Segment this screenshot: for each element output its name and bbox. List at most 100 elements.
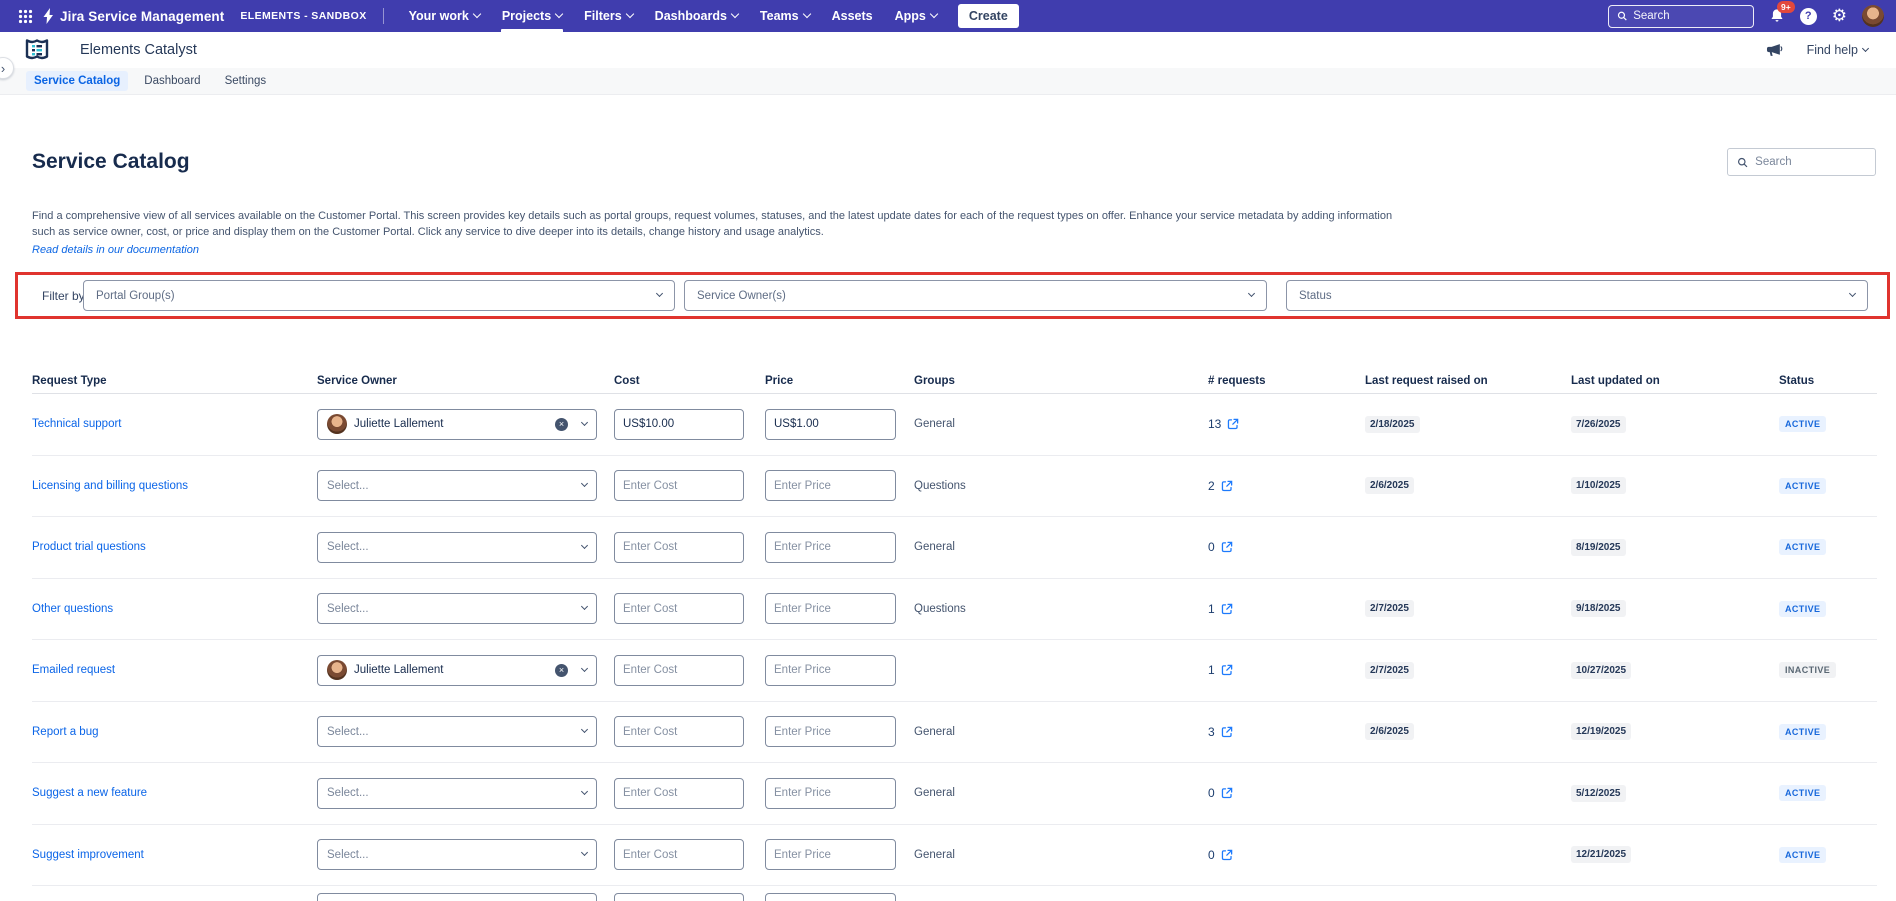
find-help-button[interactable]: Find help [1807, 43, 1870, 57]
request-type-link[interactable]: Emailed request [32, 664, 115, 676]
groups-value: General [914, 787, 955, 800]
cost-input[interactable] [614, 893, 744, 901]
table-row: Emailed request Juliette Lallement × 1 [32, 640, 1877, 702]
service-owner-select[interactable]: Select... [317, 593, 597, 625]
status-badge: ACTIVE [1779, 477, 1827, 494]
page-title: Service Catalog [32, 150, 190, 173]
owner-name: Select... [327, 541, 369, 554]
tab-settings[interactable]: Settings [217, 71, 275, 91]
cost-input[interactable] [614, 716, 744, 748]
price-input[interactable] [765, 839, 896, 871]
tab-dashboard[interactable]: Dashboard [136, 71, 208, 91]
external-link-icon[interactable] [1221, 480, 1233, 492]
request-type-link[interactable]: Technical support [32, 418, 122, 430]
global-search[interactable] [1607, 4, 1754, 28]
owner-name: Select... [327, 848, 369, 861]
cost-input[interactable] [614, 408, 744, 440]
service-owner-select[interactable]: Select... [317, 716, 597, 748]
service-owner-select[interactable]: Select... [317, 470, 597, 502]
clear-icon[interactable]: × [555, 417, 568, 431]
request-type-link[interactable]: Other questions [32, 603, 113, 615]
price-input[interactable] [765, 531, 896, 563]
price-input[interactable] [765, 470, 896, 502]
column-header-request-type: Request Type [32, 374, 107, 387]
service-owner-select[interactable]: Select... [317, 777, 597, 809]
requests-number: 13 [1208, 417, 1222, 432]
external-link-icon[interactable] [1221, 603, 1233, 615]
service-owner-filter[interactable]: Service Owner(s) [684, 280, 1267, 311]
groups-value: Questions [914, 479, 966, 492]
cost-input[interactable] [614, 777, 744, 809]
global-search-input[interactable] [1633, 10, 1745, 22]
filter-by-label: Filter by: [42, 288, 89, 303]
external-link-icon[interactable] [1227, 418, 1239, 430]
menu-item-projects[interactable]: Projects [491, 0, 573, 32]
price-input[interactable] [765, 893, 896, 901]
requests-count: 1 [1208, 602, 1233, 616]
service-owner-select[interactable]: Select... [317, 531, 597, 563]
request-type-link[interactable]: Product trial questions [32, 541, 146, 553]
price-input[interactable] [765, 654, 896, 686]
notification-count-badge: 9+ [1777, 1, 1795, 13]
external-link-icon[interactable] [1221, 664, 1233, 676]
service-owner-select[interactable]: Juliette Lallement × [317, 654, 597, 686]
price-input[interactable] [765, 777, 896, 809]
user-avatar[interactable] [1862, 5, 1884, 27]
product-logo[interactable]: Jira Service Management [42, 8, 224, 24]
request-type-link[interactable]: Licensing and billing questions [32, 480, 188, 492]
cost-input[interactable] [614, 470, 744, 502]
column-header-status: Status [1779, 374, 1815, 387]
status-badge: INACTIVE [1779, 662, 1837, 679]
external-link-icon[interactable] [1221, 726, 1233, 738]
price-input[interactable] [765, 593, 896, 625]
chevron-down-icon [625, 9, 634, 19]
request-type-link[interactable]: Suggest improvement [32, 849, 144, 861]
price-input[interactable] [765, 408, 896, 440]
chevron-down-icon [1848, 289, 1857, 298]
external-link-icon[interactable] [1221, 541, 1233, 553]
megaphone-icon[interactable] [1765, 41, 1783, 59]
cost-input[interactable] [614, 654, 744, 686]
create-button[interactable]: Create [957, 4, 1019, 28]
price-input[interactable] [765, 716, 896, 748]
column-header-cost: Cost [614, 374, 640, 387]
requests-number: 1 [1208, 663, 1215, 678]
external-link-icon[interactable] [1221, 787, 1233, 799]
catalog-search-input[interactable] [1755, 156, 1866, 168]
chevron-down-icon [1861, 44, 1870, 52]
notifications-button[interactable]: 9+ [1769, 1, 1795, 24]
tab-bar: Service Catalog Dashboard Settings [0, 68, 1896, 95]
cost-input[interactable] [614, 531, 744, 563]
project-label: ELEMENTS - SANDBOX [240, 10, 367, 22]
request-type-link[interactable]: Suggest a new feature [32, 787, 147, 799]
gear-icon[interactable]: ⚙ [1832, 7, 1847, 25]
menu-item-dashboards[interactable]: Dashboards [644, 0, 749, 32]
owner-name: Select... [327, 725, 369, 738]
menu-item-assets[interactable]: Assets [821, 0, 884, 32]
tab-service-catalog[interactable]: Service Catalog [26, 71, 129, 91]
service-owner-select[interactable]: Juliette Lallement × [317, 408, 597, 440]
chevron-down-icon [580, 664, 589, 672]
app-header: Elements Catalyst Find help [0, 32, 1896, 68]
portal-groups-filter[interactable]: Portal Group(s) [83, 280, 675, 311]
cost-input[interactable] [614, 593, 744, 625]
cost-input[interactable] [614, 839, 744, 871]
clear-icon[interactable]: × [555, 663, 568, 677]
menu-item-apps[interactable]: Apps [884, 0, 948, 32]
external-link-icon[interactable] [1221, 849, 1233, 861]
table-body: Technical support Juliette Lallement × G… [32, 394, 1877, 901]
status-filter[interactable]: Status [1286, 280, 1868, 311]
documentation-link[interactable]: Read details in our documentation [32, 243, 199, 259]
column-header-requests: # requests [1208, 374, 1266, 387]
service-owner-select[interactable]: Select... [317, 839, 597, 871]
menu-item-teams[interactable]: Teams [749, 0, 821, 32]
request-type-link[interactable]: Report a bug [32, 726, 99, 738]
description-line-2: such as service owner, cost, or price an… [32, 225, 824, 238]
help-icon[interactable]: ? [1799, 7, 1817, 25]
menu-item-filters[interactable]: Filters [573, 0, 644, 32]
catalog-search[interactable] [1727, 148, 1876, 176]
service-owner-select[interactable]: Select... [317, 893, 597, 901]
last-updated-date: 1/10/2025 [1571, 477, 1626, 495]
app-switcher-icon[interactable] [12, 0, 38, 32]
menu-item-your-work[interactable]: Your work [398, 0, 491, 32]
